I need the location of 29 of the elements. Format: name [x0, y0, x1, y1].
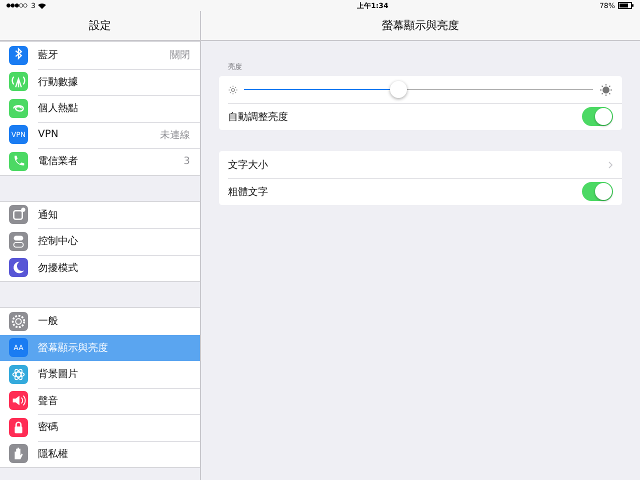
toggle-switch[interactable]	[582, 182, 613, 201]
item-value: 未連線	[160, 128, 190, 142]
sidebar-item[interactable]: 一般	[0, 308, 200, 334]
slider-thumb[interactable]	[390, 81, 408, 98]
setting-label: 粗體文字	[228, 186, 269, 198]
sidebar-item[interactable]: 隱私權	[0, 440, 200, 467]
toggle-switch[interactable]	[582, 107, 613, 126]
sidebar-item[interactable]: 電信業者 3	[0, 148, 200, 174]
sidebar-item[interactable]: 勿擾模式	[0, 254, 200, 281]
sidebar-item[interactable]: 背景圖片	[0, 361, 200, 388]
sidebar-item[interactable]: 密碼	[0, 414, 200, 440]
sidebar-item[interactable]: 控制中心	[0, 228, 200, 254]
battery-icon	[618, 2, 634, 9]
signal-icon	[6, 3, 28, 8]
sidebar-title: 設定	[89, 18, 111, 33]
sidebar-item[interactable]: 聲音	[0, 388, 200, 414]
sidebar-item[interactable]: 通知	[0, 202, 200, 228]
chevron-icon	[608, 160, 613, 168]
sidebar-item[interactable]: 藍牙 關閉	[0, 42, 200, 68]
item-value: 3	[184, 156, 190, 167]
sidebar-item[interactable]: 行動數據	[0, 68, 200, 95]
wifi-icon	[38, 2, 46, 8]
sun-large-icon	[599, 82, 613, 96]
item-value: 關閉	[170, 49, 190, 62]
setting-label[interactable]: 文字大小	[228, 158, 608, 172]
brightness-slider[interactable]	[244, 81, 593, 98]
sidebar-item[interactable]: 個人熱點	[0, 95, 200, 122]
setting-label: 自動調整亮度	[228, 110, 289, 124]
detail-title: 螢幕顯示與亮度	[382, 18, 459, 33]
